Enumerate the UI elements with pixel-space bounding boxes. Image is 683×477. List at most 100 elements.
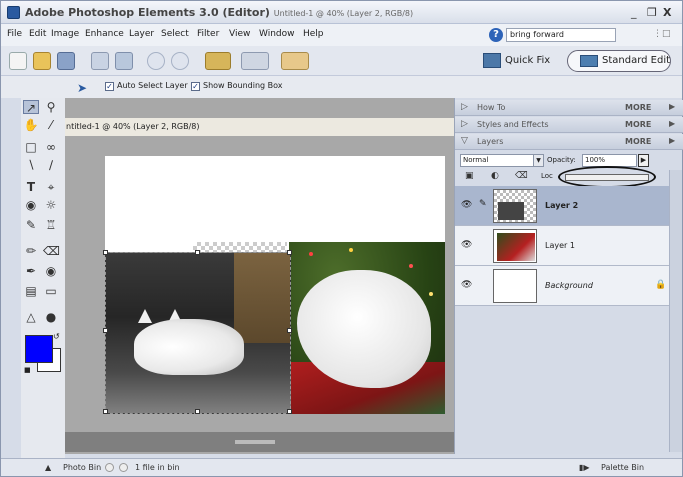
palette-bin-label[interactable]: Palette Bin xyxy=(601,463,644,472)
more-button[interactable]: MORE xyxy=(625,120,651,129)
eye-icon[interactable]: 👁 xyxy=(461,240,472,250)
document-tab[interactable]: ntitled-1 @ 40% (Layer 2, RGB/8) xyxy=(65,118,454,136)
layer-thumbnail xyxy=(493,269,537,303)
layer-thumbnail xyxy=(493,189,537,223)
undo-icon[interactable] xyxy=(147,52,165,70)
file-browser-icon[interactable] xyxy=(241,52,269,70)
hand-tool-icon[interactable]: ✋ xyxy=(23,118,39,132)
more-button[interactable]: MORE xyxy=(625,137,651,146)
redo-icon[interactable] xyxy=(171,52,189,70)
help-search-input[interactable]: bring forward xyxy=(506,28,616,42)
photo-bin-label[interactable]: Photo Bin xyxy=(63,463,101,472)
transform-handle[interactable] xyxy=(195,250,200,255)
transform-handle[interactable] xyxy=(103,250,108,255)
open-folder-icon[interactable] xyxy=(33,52,51,70)
foreground-color-swatch[interactable] xyxy=(25,335,53,363)
more-button[interactable]: MORE xyxy=(625,103,651,112)
transform-handle[interactable] xyxy=(103,409,108,414)
how-to-palette-header[interactable]: ▷ How To MORE ▶ xyxy=(455,100,683,116)
cardboard-box xyxy=(234,253,290,343)
move-tool-icon[interactable]: ↗ xyxy=(23,100,39,115)
menu-image[interactable]: Image xyxy=(51,29,79,39)
xmas-light xyxy=(429,292,433,296)
magic-wand-tool-icon[interactable]: ∖ xyxy=(23,158,39,172)
online-services-icon[interactable] xyxy=(115,52,133,70)
palette-scrollbar[interactable] xyxy=(669,170,682,452)
app-window: Adobe Photoshop Elements 3.0 (Editor) Un… xyxy=(0,0,683,477)
layer-row-background[interactable]: 👁 Background 🔒 xyxy=(455,266,669,306)
adjustment-layer-icon[interactable]: ◐ xyxy=(491,171,499,181)
palette-bin-toggle-icon[interactable]: ▮▶ xyxy=(579,463,590,472)
swap-colors-icon[interactable]: ↺ xyxy=(53,332,60,341)
shape-tool-icon[interactable]: ▭ xyxy=(43,284,59,298)
horizontal-scrollbar[interactable] xyxy=(65,432,454,452)
menu-edit[interactable]: Edit xyxy=(29,29,46,39)
restore-button[interactable]: ❒ xyxy=(647,6,657,19)
menu-window[interactable]: Window xyxy=(259,29,295,39)
new-layer-icon[interactable]: ▣ xyxy=(465,171,474,181)
layer-row-layer2[interactable]: 👁 ✎ Layer 2 xyxy=(455,186,669,226)
chevron-down-icon: ▼ xyxy=(533,155,543,166)
zoom-tool-icon[interactable]: ⚲ xyxy=(43,100,59,114)
show-bounding-checkbox[interactable]: ✓ xyxy=(191,82,200,91)
standard-edit-button[interactable]: Standard Edit xyxy=(567,50,671,72)
bin-next-button[interactable] xyxy=(119,463,128,472)
opacity-slider-button[interactable]: ▶ xyxy=(638,154,649,167)
help-icon[interactable]: ? xyxy=(489,28,503,42)
marquee-tool-icon[interactable]: □ xyxy=(23,140,39,154)
transform-handle[interactable] xyxy=(195,409,200,414)
blend-mode-select[interactable]: Normal ▼ xyxy=(460,154,544,167)
menu-select[interactable]: Select xyxy=(161,29,189,39)
eye-icon[interactable]: 👁 xyxy=(461,200,472,210)
eyedropper-tool-icon[interactable]: ⁄ xyxy=(43,118,59,132)
layers-palette-header[interactable]: ▽ Layers MORE ▶ xyxy=(455,134,683,150)
print-icon[interactable] xyxy=(91,52,109,70)
transform-handle[interactable] xyxy=(287,328,292,333)
menu-filter[interactable]: Filter xyxy=(197,29,219,39)
paint-bucket-tool-icon[interactable]: ◉ xyxy=(43,264,59,278)
menu-layer[interactable]: Layer xyxy=(129,29,154,39)
auto-select-checkbox[interactable]: ✓ xyxy=(105,82,114,91)
gradient-tool-icon[interactable]: ▤ xyxy=(23,284,39,298)
red-eye-tool-icon[interactable]: ☼ xyxy=(43,198,59,212)
blur-tool-icon[interactable]: △ xyxy=(23,310,39,324)
clone-stamp-tool-icon[interactable]: ♖ xyxy=(43,218,59,232)
delete-layer-icon[interactable]: ⌫ xyxy=(515,171,528,181)
photo-browser-icon[interactable] xyxy=(281,52,309,70)
crop-tool-icon[interactable]: ⌖ xyxy=(43,180,59,194)
minimize-button[interactable]: _ xyxy=(631,6,637,19)
transform-handle[interactable] xyxy=(287,250,292,255)
files-in-bin-count: 1 file in bin xyxy=(135,463,180,472)
canvas[interactable] xyxy=(103,156,445,414)
eraser-tool-icon[interactable]: ⌫ xyxy=(43,244,60,258)
bin-prev-button[interactable] xyxy=(105,463,114,472)
lasso-tool-icon[interactable]: ∞ xyxy=(43,140,59,154)
reset-colors-icon[interactable]: ■ xyxy=(24,366,31,374)
scroll-thumb[interactable] xyxy=(235,440,275,444)
pencil-tool-icon[interactable]: ✏ xyxy=(23,244,39,258)
sponge-tool-icon[interactable]: ● xyxy=(43,310,59,324)
lock-label: Loc xyxy=(541,172,553,180)
quick-fix-button[interactable]: Quick Fix xyxy=(483,51,557,71)
transform-handle[interactable] xyxy=(287,409,292,414)
new-file-icon[interactable] xyxy=(9,52,27,70)
menu-help[interactable]: Help xyxy=(303,29,324,39)
menu-view[interactable]: View xyxy=(229,29,250,39)
transform-handle[interactable] xyxy=(103,328,108,333)
photo-bin-toggle-icon[interactable]: ▲ xyxy=(45,463,51,472)
menu-file[interactable]: File xyxy=(7,29,22,39)
menu-enhance[interactable]: Enhance xyxy=(85,29,124,39)
selection-brush-tool-icon[interactable]: ∕ xyxy=(43,158,59,172)
healing-tool-icon[interactable]: ✎ xyxy=(23,218,39,232)
standard-edit-icon xyxy=(580,55,598,67)
more-arrow-icon: ▶ xyxy=(669,136,676,145)
eye-icon[interactable]: 👁 xyxy=(461,280,472,290)
cookie-cutter-tool-icon[interactable]: ◉ xyxy=(23,198,39,212)
brush-tool-icon[interactable]: ✒ xyxy=(23,264,39,278)
close-button[interactable]: X xyxy=(663,6,671,19)
save-icon[interactable] xyxy=(57,52,75,70)
create-icon[interactable] xyxy=(205,52,231,70)
type-tool-icon[interactable]: T xyxy=(23,180,39,194)
layer-row-layer1[interactable]: 👁 Layer 1 xyxy=(455,226,669,266)
styles-effects-palette-header[interactable]: ▷ Styles and Effects MORE ▶ xyxy=(455,117,683,133)
